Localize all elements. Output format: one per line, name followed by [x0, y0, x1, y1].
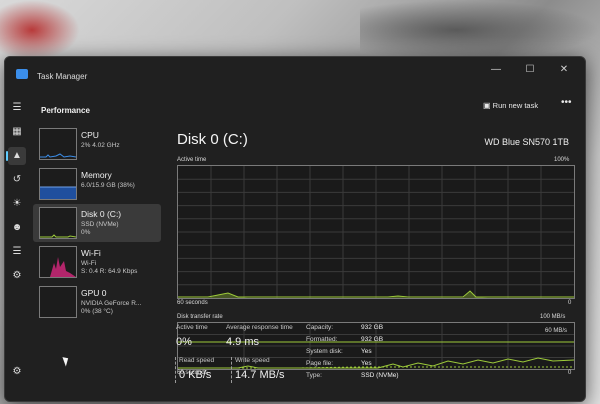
settings-icon[interactable]: ⚙: [8, 363, 26, 381]
type-label: Type:: [306, 372, 322, 379]
transfer-rate-max: 100 MB/s: [540, 314, 566, 320]
resource-name: Disk 0 (C:): [81, 209, 122, 219]
run-task-icon: ▣: [483, 101, 491, 110]
details-icon[interactable]: ☰: [8, 243, 26, 261]
active-time-max: 100%: [554, 157, 570, 163]
active-time-axis-left: 60 seconds: [177, 300, 208, 306]
resource-item-wifi[interactable]: Wi-Fi Wi-Fi S: 0.4 R: 64.9 Kbps: [33, 243, 161, 281]
resource-detail: SSD (NVMe): [81, 221, 119, 228]
transfer-rate-marker: 60 MB/s: [545, 328, 568, 334]
active-time-label: Active time: [177, 157, 207, 163]
resource-name: Memory: [81, 170, 112, 180]
capacity-value: 932 GB: [361, 324, 384, 331]
page-title: Performance: [41, 106, 90, 115]
avg-response-value: 4.9 ms: [226, 336, 260, 348]
processes-icon[interactable]: ▦: [8, 123, 26, 141]
page-file-label: Page file:: [306, 360, 334, 367]
users-icon[interactable]: ☻: [8, 219, 26, 237]
wallpaper-shape: [360, 0, 600, 60]
resource-item-memory[interactable]: Memory 6.0/15.9 GB (38%): [33, 165, 161, 203]
task-manager-window: Task Manager — ☐ ✕ ☰ ▦ ▲ ↺ ☀ ☻ ☰ ⚙ ⚙ Per…: [4, 56, 586, 402]
system-disk-label: System disk:: [306, 348, 343, 355]
navigation-rail: ☰ ▦ ▲ ↺ ☀ ☻ ☰ ⚙ ⚙: [5, 97, 27, 401]
capacity-label: Capacity:: [306, 324, 334, 331]
resource-usage: 0%: [81, 229, 91, 236]
wallpaper-shape: [0, 0, 80, 60]
window-title: Task Manager: [37, 72, 88, 81]
active-time-stat-value: 0%: [176, 336, 192, 348]
resource-usage: S: 0.4 R: 64.9 Kbps: [81, 268, 138, 275]
read-speed-indicator: [175, 357, 177, 383]
startup-icon[interactable]: ☀: [8, 195, 26, 213]
transfer-rate-label: Disk transfer rate: [177, 314, 223, 320]
resource-name: Wi-Fi: [81, 248, 101, 258]
avg-response-label: Average response time: [226, 324, 293, 331]
page-file-value: Yes: [361, 360, 372, 367]
read-speed-value: 0 KB/s: [179, 369, 212, 381]
device-model: WD Blue SN570 1TB: [484, 137, 569, 147]
type-value: SSD (NVMe): [361, 372, 399, 379]
resource-item-gpu[interactable]: GPU 0 NVIDIA GeForce R... 0% (38 °C): [33, 283, 161, 321]
formatted-label: Formatted:: [306, 336, 338, 343]
write-speed-indicator: [231, 357, 233, 383]
write-speed-label: Write speed: [235, 357, 270, 364]
title-bar[interactable]: Task Manager — ☐ ✕: [5, 57, 585, 87]
memory-thumbnail: [39, 168, 77, 200]
resource-detail: 2% 4.02 GHz: [81, 142, 120, 149]
resource-name: CPU: [81, 130, 99, 140]
resource-detail: NVIDIA GeForce R...: [81, 300, 142, 307]
maximize-button[interactable]: ☐: [515, 61, 545, 79]
active-time-axis-right: 0: [568, 300, 572, 306]
active-time-stat-label: Active time: [176, 324, 208, 331]
system-disk-value: Yes: [361, 348, 372, 355]
read-speed-label: Read speed: [179, 357, 215, 364]
run-task-label: Run new task: [492, 101, 539, 110]
transfer-axis-right: 0: [568, 370, 572, 376]
wifi-thumbnail: [39, 246, 77, 278]
disk-title: Disk 0 (C:): [177, 131, 248, 148]
close-button[interactable]: ✕: [549, 61, 579, 79]
minimize-button[interactable]: —: [481, 61, 511, 79]
resource-detail: Wi-Fi: [81, 260, 97, 267]
services-icon[interactable]: ⚙: [8, 267, 26, 285]
formatted-value: 932 GB: [361, 336, 384, 343]
active-time-graph: [177, 165, 575, 299]
cpu-thumbnail: [39, 128, 77, 160]
resource-detail: 6.0/15.9 GB (38%): [81, 182, 135, 189]
resource-item-disk[interactable]: Disk 0 (C:) SSD (NVMe) 0%: [33, 204, 161, 242]
write-speed-value: 14.7 MB/s: [235, 369, 285, 381]
task-manager-icon: [16, 69, 28, 79]
hamburger-icon[interactable]: ☰: [8, 99, 26, 117]
resource-usage: 0% (38 °C): [81, 308, 113, 315]
run-new-task-button[interactable]: ▣ Run new task: [483, 99, 538, 113]
disk-thumbnail: [39, 207, 77, 239]
gpu-thumbnail: [39, 286, 77, 318]
performance-icon[interactable]: ▲: [6, 147, 26, 165]
resource-item-cpu[interactable]: CPU 2% 4.02 GHz: [33, 125, 161, 163]
app-history-icon[interactable]: ↺: [8, 171, 26, 189]
more-options-button[interactable]: •••: [561, 97, 572, 108]
resource-name: GPU 0: [81, 288, 107, 298]
